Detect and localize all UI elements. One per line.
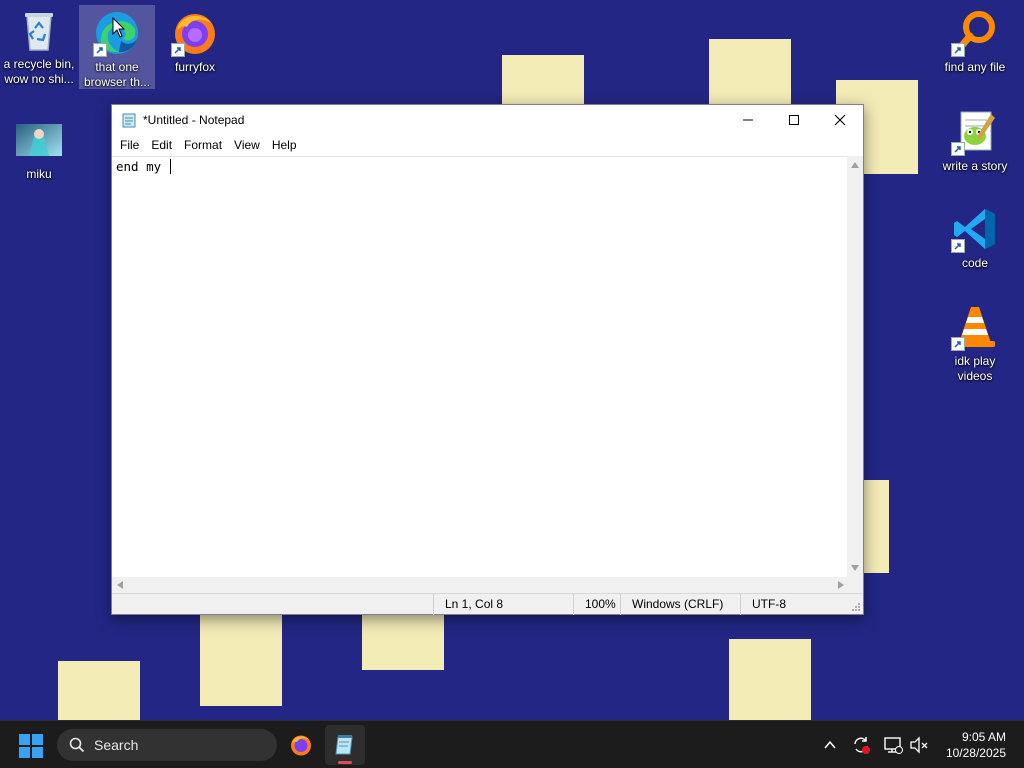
menu-bar: File Edit Format View Help xyxy=(112,135,863,155)
notepad-app-icon xyxy=(122,113,136,128)
desktop-icon-vscode[interactable]: code xyxy=(937,201,1013,271)
shortcut-arrow-icon xyxy=(951,142,965,156)
shortcut-arrow-icon xyxy=(951,43,965,57)
shortcut-arrow-icon xyxy=(93,43,107,57)
vlc-cone-icon xyxy=(951,303,999,351)
wallpaper-note xyxy=(58,661,140,721)
desktop-icon-label: write a story xyxy=(942,159,1008,173)
scroll-up-arrow-icon[interactable] xyxy=(851,162,859,168)
desktop-icon-firefox[interactable]: furryfox xyxy=(157,5,233,75)
status-zoom: 100% xyxy=(573,594,616,615)
wallpaper-note xyxy=(362,612,444,670)
desktop-icon-label: that one browser th... xyxy=(83,60,151,89)
wallpaper-note xyxy=(729,639,811,721)
close-button[interactable] xyxy=(817,105,863,135)
search-icon xyxy=(69,737,85,753)
taskbar-firefox[interactable] xyxy=(281,725,321,765)
mouse-cursor-icon xyxy=(112,17,126,38)
notepad-plus-plus-icon xyxy=(951,108,999,156)
maximize-button[interactable] xyxy=(771,105,817,135)
desktop-icon-label: idk play videos xyxy=(954,354,996,383)
scrollbar-corner xyxy=(847,577,863,593)
start-button[interactable] xyxy=(18,733,44,759)
vertical-scrollbar[interactable] xyxy=(847,156,863,577)
tray-sync-icon-button[interactable] xyxy=(851,735,871,755)
text-editor[interactable]: end my xyxy=(112,156,849,577)
firefox-icon xyxy=(291,735,311,756)
close-icon xyxy=(834,114,846,126)
taskbar-clock[interactable]: 9:05 AM 10/28/2025 xyxy=(946,729,1006,761)
window-title: *Untitled - Notepad xyxy=(143,113,245,127)
wallpaper-note xyxy=(200,612,282,706)
desktop-icon-label: furryfox xyxy=(174,60,215,74)
scroll-left-arrow-icon[interactable] xyxy=(117,581,123,589)
desktop-icon-label: miku xyxy=(26,167,52,181)
menu-help[interactable]: Help xyxy=(266,138,303,152)
resize-grip-icon[interactable] xyxy=(851,602,861,612)
notepad-app-icon xyxy=(335,735,353,755)
desktop-icon-recycle-bin[interactable]: a recycle bin, wow no shi... xyxy=(1,2,77,87)
shortcut-arrow-icon xyxy=(951,239,965,253)
tray-network-icon-button[interactable] xyxy=(883,735,903,755)
desktop-icon-label: find any file xyxy=(944,60,1006,74)
menu-format[interactable]: Format xyxy=(178,138,228,152)
desktop-icon-notepadpp[interactable]: write a story xyxy=(937,104,1013,174)
windows-logo-icon xyxy=(19,734,43,758)
vscode-icon xyxy=(951,205,999,253)
scroll-down-arrow-icon[interactable] xyxy=(851,565,859,571)
tray-volume-icon-button[interactable] xyxy=(909,735,929,755)
notepad-window[interactable]: *Untitled - Notepad File Edit Format Vie… xyxy=(111,104,864,615)
desktop-icon-miku[interactable]: miku xyxy=(1,112,77,182)
magnifier-icon xyxy=(951,9,999,57)
recycle-bin-icon xyxy=(15,6,63,54)
status-bar: Ln 1, Col 8 100% Windows (CRLF) UTF-8 xyxy=(112,593,863,615)
taskbar-notepad[interactable] xyxy=(325,725,365,765)
editor-text: end my xyxy=(116,159,169,174)
desktop-icon-label: a recycle bin, wow no shi... xyxy=(3,57,75,86)
status-encoding: UTF-8 xyxy=(740,594,786,615)
title-bar[interactable]: *Untitled - Notepad xyxy=(112,105,863,135)
show-hidden-icons-button[interactable] xyxy=(820,735,840,755)
horizontal-scrollbar[interactable] xyxy=(112,577,849,593)
sync-alert-icon xyxy=(854,737,870,754)
wallpaper-note xyxy=(860,480,889,573)
desktop-icon-everything[interactable]: find any file xyxy=(937,5,1013,75)
volume-muted-icon xyxy=(910,736,928,754)
text-caret xyxy=(169,159,171,174)
desktop-icon-label: code xyxy=(961,256,989,270)
desktop-icon-vlc[interactable]: idk play videos xyxy=(937,299,1013,384)
network-icon xyxy=(884,737,903,754)
maximize-icon xyxy=(789,115,799,125)
chevron-up-icon xyxy=(824,740,836,749)
taskbar: Search 9:05 AM 10/28/2025 xyxy=(0,720,1024,768)
shortcut-arrow-icon xyxy=(951,337,965,351)
menu-view[interactable]: View xyxy=(228,138,266,152)
minimize-button[interactable] xyxy=(725,105,771,135)
scroll-right-arrow-icon[interactable] xyxy=(838,581,844,589)
running-indicator xyxy=(338,761,352,764)
status-position: Ln 1, Col 8 xyxy=(433,594,503,615)
shortcut-arrow-icon xyxy=(171,43,185,57)
search-placeholder: Search xyxy=(94,737,139,753)
clock-time: 9:05 AM xyxy=(961,730,1006,744)
firefox-icon xyxy=(171,9,219,57)
minimize-icon xyxy=(743,119,753,121)
miku-image-icon xyxy=(15,116,63,164)
status-line-ending: Windows (CRLF) xyxy=(620,594,723,615)
taskbar-search[interactable]: Search xyxy=(57,729,277,761)
menu-file[interactable]: File xyxy=(114,138,145,152)
wallpaper-note xyxy=(709,39,791,109)
menu-edit[interactable]: Edit xyxy=(145,138,178,152)
clock-date: 10/28/2025 xyxy=(945,746,1006,760)
